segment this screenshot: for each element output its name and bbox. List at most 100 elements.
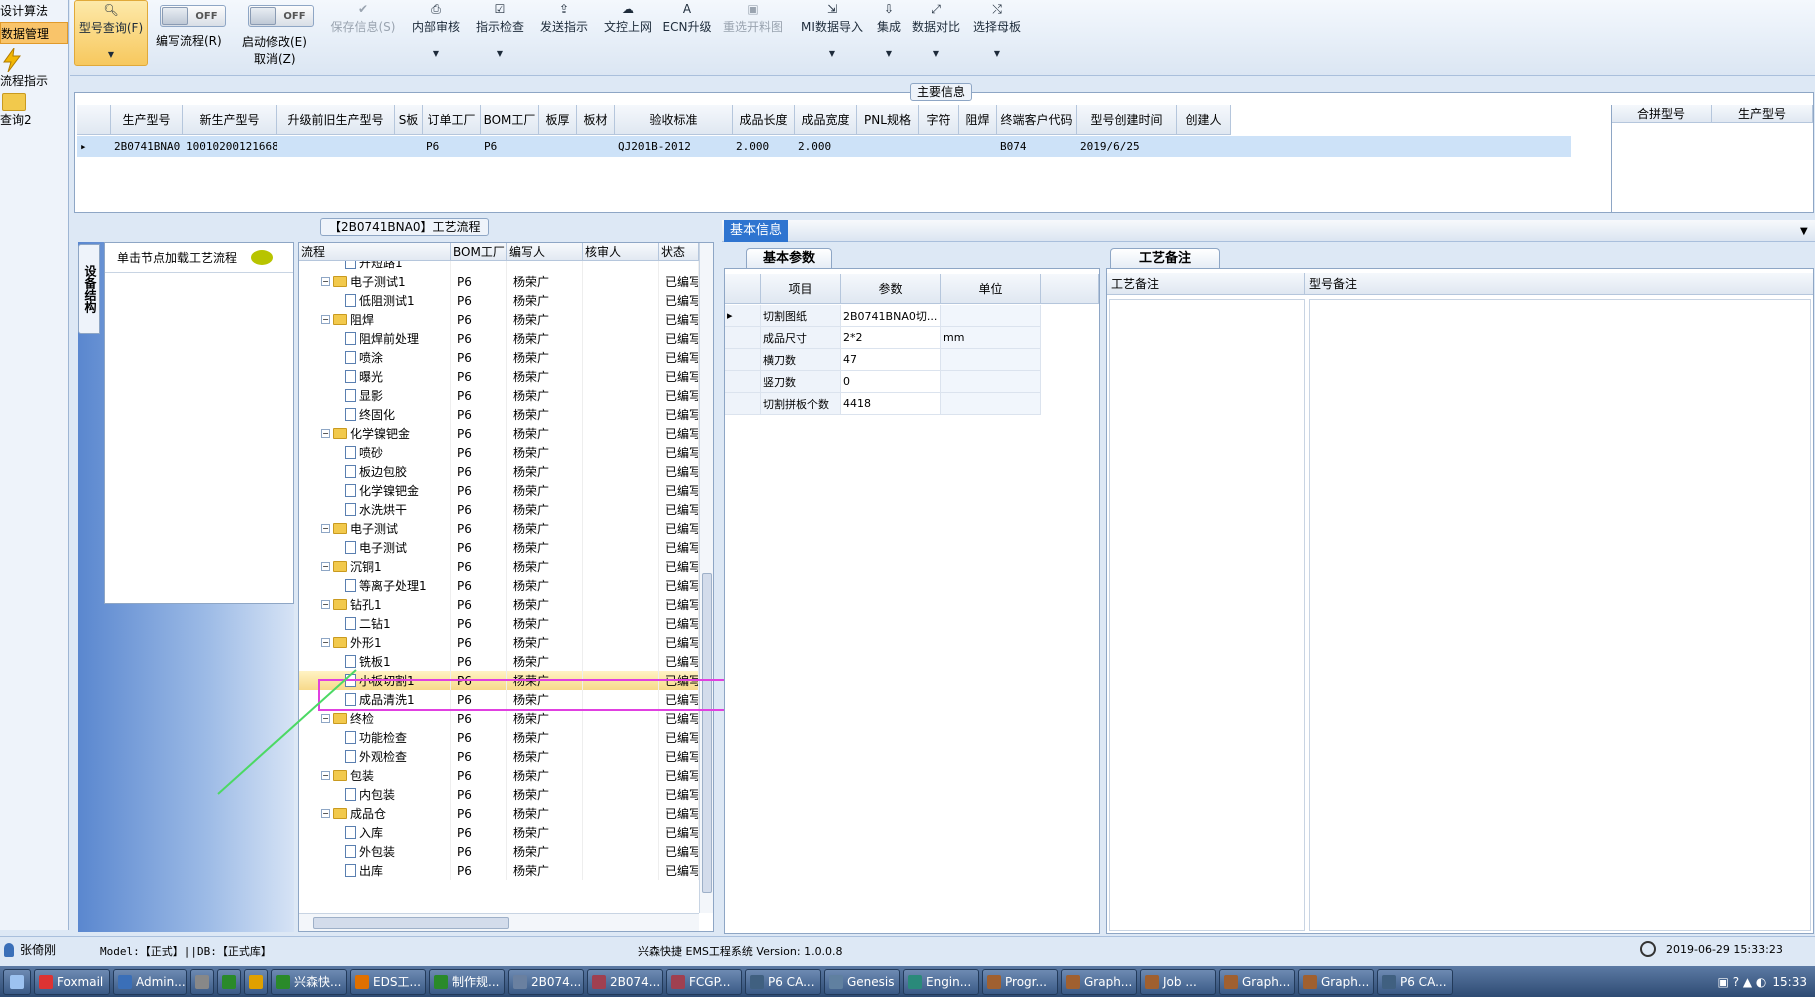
main-col-header[interactable]: 阻焊: [959, 105, 997, 135]
nav-item-query2[interactable]: 查询2: [0, 93, 69, 128]
tree-row[interactable]: 化学镍钯金 P6 杨荣广 已编写: [299, 481, 699, 500]
main-cell[interactable]: [277, 136, 395, 157]
tree-row[interactable]: 喷涂 P6 杨荣广 已编写: [299, 348, 699, 367]
taskbar-item[interactable]: [217, 968, 241, 995]
internal-review-button[interactable]: ⎙ 内部审核 ▼: [406, 0, 466, 72]
taskbar-item[interactable]: Engin...: [903, 968, 979, 995]
collapse-icon[interactable]: −: [321, 638, 330, 647]
tree-col-header[interactable]: 编写人: [507, 243, 583, 260]
taskbar-item[interactable]: P6 CA...: [1377, 968, 1453, 995]
param-value[interactable]: 2B0741BNA0切...: [841, 305, 941, 327]
reselect-cut-button[interactable]: ▣ 重选开料图: [716, 0, 790, 72]
tree-row[interactable]: 低阻测试1 P6 杨荣广 已编写: [299, 291, 699, 310]
select-board-button[interactable]: ⤭ 选择母板 ▼: [962, 0, 1032, 72]
taskbar-item[interactable]: EDS工...: [350, 968, 426, 995]
tree-row[interactable]: 出库 P6 杨荣广 已编写: [299, 861, 699, 880]
tree-row[interactable]: − 钻孔1 P6 杨荣广 已编写: [299, 595, 699, 614]
collapse-icon[interactable]: −: [321, 562, 330, 571]
model-remark-input[interactable]: [1309, 299, 1811, 931]
tree-row[interactable]: − 电子测试 P6 杨荣广 已编写: [299, 519, 699, 538]
main-col-header[interactable]: S板: [395, 105, 423, 135]
main-cell[interactable]: [395, 136, 423, 157]
main-info-row[interactable]: ▸ 2B0741BNA0 10010200121668 P6 P6 QJ201B-2012…: [77, 136, 1571, 157]
tree-row[interactable]: − 沉铜1 P6 杨荣广 已编写: [299, 557, 699, 576]
basic-info-tab[interactable]: 基本信息: [724, 220, 789, 242]
taskbar-item[interactable]: Admin...: [113, 968, 187, 995]
tree-row[interactable]: 入库 P6 杨荣广 已编写: [299, 823, 699, 842]
start-button[interactable]: [3, 968, 31, 995]
main-col-header[interactable]: PNL规格: [857, 105, 919, 135]
tree-horizontal-scrollbar[interactable]: [299, 913, 699, 931]
main-cell[interactable]: 2019/6/25: [1077, 136, 1177, 157]
basic-param-row[interactable]: 竖刀数 0: [725, 371, 1041, 393]
tree-row[interactable]: 喷砂 P6 杨荣广 已编写: [299, 443, 699, 462]
param-value[interactable]: 47: [841, 349, 941, 371]
main-col-header[interactable]: 成品宽度: [795, 105, 857, 135]
param-value[interactable]: 4418: [841, 393, 941, 415]
basic-param-row[interactable]: 横刀数 47: [725, 349, 1041, 371]
tree-row[interactable]: − 成品仓 P6 杨荣广 已编写: [299, 804, 699, 823]
tree-row[interactable]: 二钻1 P6 杨荣广 已编写: [299, 614, 699, 633]
tree-row[interactable]: 终固化 P6 杨荣广 已编写: [299, 405, 699, 424]
tree-row[interactable]: 阻焊前处理 P6 杨荣广 已编写: [299, 329, 699, 348]
taskbar-item[interactable]: P6 CA...: [745, 968, 821, 995]
tree-row[interactable]: 显影 P6 杨荣广 已编写: [299, 386, 699, 405]
main-cell[interactable]: [959, 136, 997, 157]
main-col-header[interactable]: 型号创建时间: [1077, 105, 1177, 135]
model-query-button[interactable]: 🔍︎ 型号查询(F) ▼: [74, 0, 148, 66]
taskbar-item[interactable]: Graph...: [1298, 968, 1374, 995]
main-col-header[interactable]: 板材: [577, 105, 615, 135]
basic-param-row[interactable]: 切割拼板个数 4418: [725, 393, 1041, 415]
tree-col-header[interactable]: BOM工厂: [451, 243, 507, 260]
write-flow-toggle[interactable]: OFF: [160, 5, 226, 27]
main-cell[interactable]: [919, 136, 959, 157]
ecn-upgrade-button[interactable]: A ECN升级: [660, 0, 714, 72]
main-cell[interactable]: 2B0741BNA0: [111, 136, 183, 157]
nav-item-design-algo[interactable]: 设计算法: [0, 0, 68, 22]
main-col-header[interactable]: 升级前旧生产型号: [277, 105, 395, 135]
save-info-button[interactable]: ✔ 保存信息(S): [326, 0, 400, 72]
main-col-header[interactable]: 板厚: [539, 105, 577, 135]
main-col-header[interactable]: 订单工厂: [423, 105, 481, 135]
nav-item-data-mgmt[interactable]: 数据管理: [0, 22, 68, 44]
param-value[interactable]: 0: [841, 371, 941, 393]
tree-row[interactable]: 开短路1: [299, 261, 699, 272]
tree-row[interactable]: 水洗烘干 P6 杨荣广 已编写: [299, 500, 699, 519]
taskbar-item[interactable]: FCGP...: [666, 968, 742, 995]
collapse-icon[interactable]: −: [321, 809, 330, 818]
taskbar-item[interactable]: [190, 968, 214, 995]
tree-row[interactable]: − 化学镍钯金 P6 杨荣广 已编写: [299, 424, 699, 443]
collapse-icon[interactable]: −: [321, 277, 330, 286]
main-cell[interactable]: B074: [997, 136, 1077, 157]
taskbar-item[interactable]: Graph...: [1219, 968, 1295, 995]
main-col-header[interactable]: 成品长度: [733, 105, 795, 135]
main-cell[interactable]: [577, 136, 615, 157]
tree-row[interactable]: 曝光 P6 杨荣广 已编写: [299, 367, 699, 386]
collapse-icon[interactable]: −: [321, 315, 330, 324]
taskbar-item[interactable]: 2B074...: [508, 968, 584, 995]
taskbar-item[interactable]: [244, 968, 268, 995]
collapse-icon[interactable]: −: [321, 429, 330, 438]
data-compare-button[interactable]: ⤢ 数据对比 ▼: [904, 0, 968, 72]
main-col-header[interactable]: 字符: [919, 105, 959, 135]
tree-vertical-scrollbar[interactable]: [699, 243, 713, 913]
basic-params-tab[interactable]: 基本参数: [746, 248, 833, 268]
collapse-icon[interactable]: −: [321, 524, 330, 533]
tree-col-header[interactable]: 核审人: [583, 243, 659, 260]
tree-col-header[interactable]: 流程: [299, 243, 451, 260]
taskbar-item[interactable]: 兴森快...: [271, 968, 347, 995]
taskbar-item[interactable]: Job ...: [1140, 968, 1216, 995]
upload-online-button[interactable]: ☁ 文控上网: [598, 0, 658, 72]
main-cell[interactable]: [539, 136, 577, 157]
start-modify-toggle[interactable]: OFF: [248, 5, 314, 27]
main-cell[interactable]: [1177, 136, 1231, 157]
tree-col-header[interactable]: 状态: [659, 243, 699, 260]
main-cell[interactable]: 10010200121668: [183, 136, 277, 157]
main-cell[interactable]: 2.000: [733, 136, 795, 157]
collapse-icon[interactable]: −: [321, 600, 330, 609]
param-value[interactable]: 2*2: [841, 327, 941, 349]
tree-row[interactable]: − 阻焊 P6 杨荣广 已编写: [299, 310, 699, 329]
main-col-header[interactable]: 创建人: [1177, 105, 1231, 135]
tree-row[interactable]: 板边包胶 P6 杨荣广 已编写: [299, 462, 699, 481]
main-col-header[interactable]: 终端客户代码: [997, 105, 1077, 135]
